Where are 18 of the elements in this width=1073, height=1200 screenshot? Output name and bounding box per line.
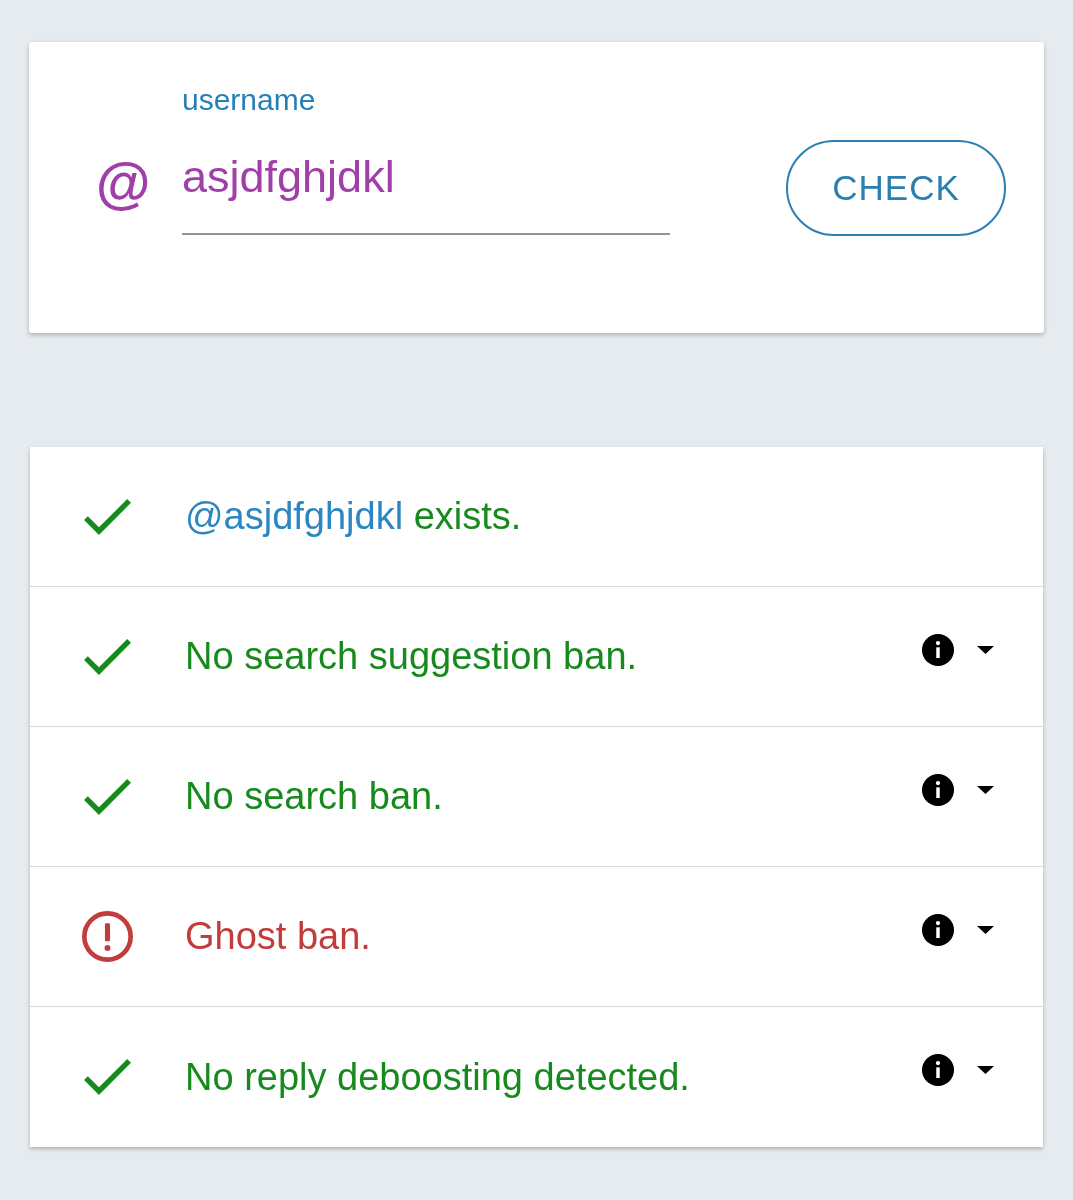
- result-text: No search ban.: [185, 774, 443, 819]
- result-text: No reply deboosting detected.: [185, 1054, 690, 1100]
- username-field[interactable]: username asjdfghjdkl: [182, 82, 670, 235]
- info-icon[interactable]: [922, 1054, 954, 1086]
- check-button[interactable]: CHECK: [786, 140, 1006, 236]
- username-link[interactable]: @asjdfghjdkl: [185, 495, 404, 537]
- caret-icon[interactable]: [977, 785, 994, 794]
- caret-icon[interactable]: [977, 1066, 994, 1074]
- result-text: No search suggestion ban.: [185, 634, 638, 679]
- info-icon[interactable]: [922, 913, 954, 946]
- info-icon[interactable]: [922, 633, 954, 666]
- result-text: Ghost ban.: [185, 914, 371, 959]
- caret-icon[interactable]: [977, 645, 994, 654]
- caret-icon[interactable]: [977, 925, 994, 934]
- at-sign-prefix: @: [95, 151, 151, 215]
- field-label: username: [182, 82, 317, 118]
- info-icon[interactable]: [922, 773, 954, 806]
- result-text: @asjdfghjdkl exists.: [185, 494, 522, 539]
